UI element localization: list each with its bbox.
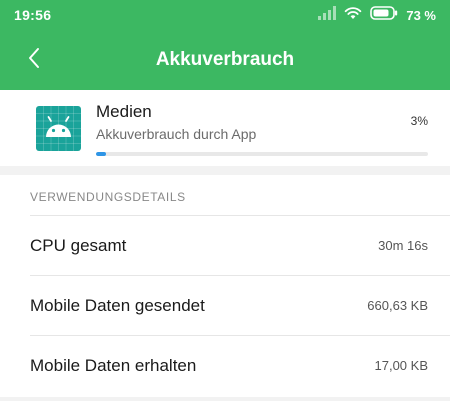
status-bar: 19:56 73 % xyxy=(0,0,450,30)
detail-row-data-received: Mobile Daten erhalten 17,00 KB xyxy=(30,335,450,395)
detail-row-cpu: CPU gesamt 30m 16s xyxy=(30,215,450,275)
battery-icon xyxy=(370,5,398,25)
app-subtitle: Akkuverbrauch durch App xyxy=(96,126,257,142)
usage-progress-fill xyxy=(96,152,106,156)
usage-percent: 3% xyxy=(410,114,428,128)
status-icons: 73 % xyxy=(318,5,436,25)
android-icon xyxy=(36,106,81,151)
battery-percent: 73 % xyxy=(406,7,436,23)
section-header: VERWENDUNGSDETAILS xyxy=(30,190,186,204)
app-usage-card[interactable]: Medien Akkuverbrauch durch App 3% xyxy=(0,90,450,166)
page-title: Akkuverbrauch xyxy=(155,49,295,70)
app-bar: Akkuverbrauch xyxy=(0,30,450,90)
wifi-icon xyxy=(344,6,362,25)
detail-value: 17,00 KB xyxy=(374,358,429,373)
detail-label: CPU gesamt xyxy=(30,236,127,255)
detail-label: Mobile Daten erhalten xyxy=(30,356,197,375)
status-time: 19:56 xyxy=(14,7,52,23)
detail-value: 660,63 KB xyxy=(367,298,428,313)
usage-progress-bar xyxy=(96,152,428,156)
detail-label: Mobile Daten gesendet xyxy=(30,296,205,315)
signal-icon xyxy=(318,5,337,25)
detail-value: 30m 16s xyxy=(378,238,428,253)
detail-row-data-sent: Mobile Daten gesendet 660,63 KB xyxy=(30,275,450,335)
usage-details-section: VERWENDUNGSDETAILS CPU gesamt 30m 16s Mo… xyxy=(0,175,450,397)
app-name: Medien xyxy=(96,102,152,121)
